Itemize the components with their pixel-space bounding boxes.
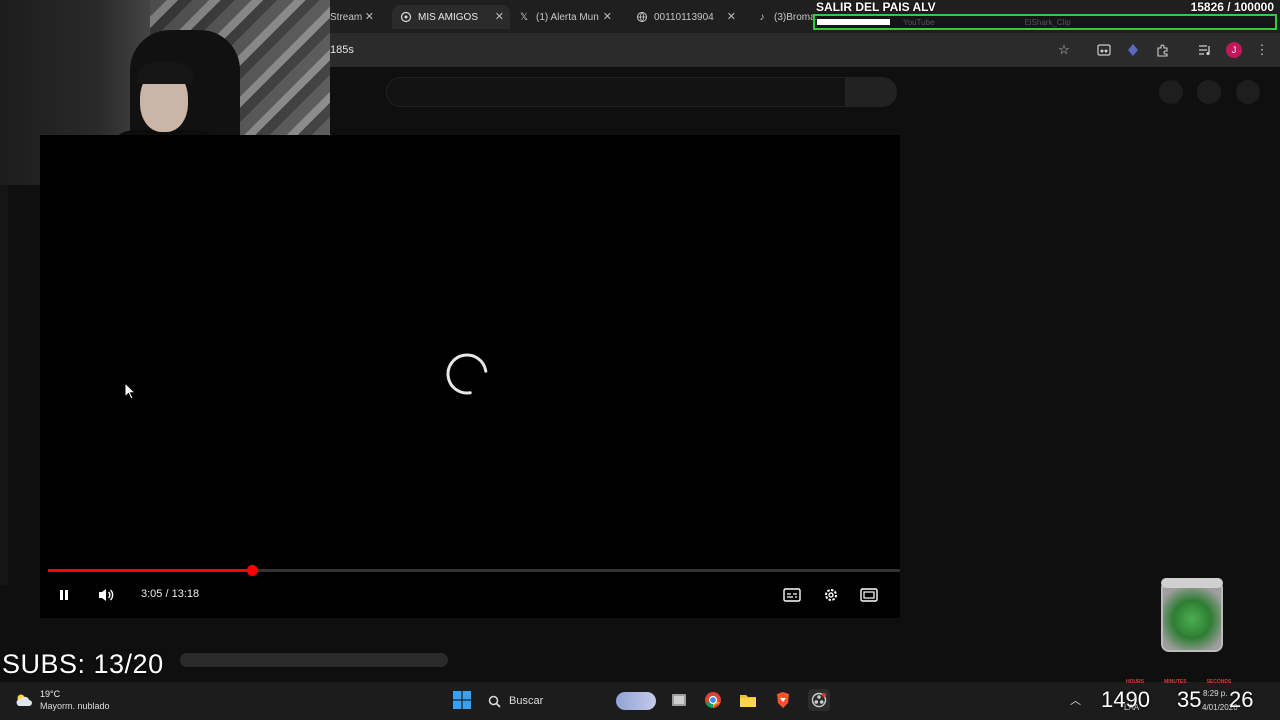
goal-title: SALIR DEL PAIS ALV [816, 0, 936, 14]
volume-icon [99, 589, 114, 601]
browser-toolbar: 185s ☆ J ⋮ [330, 33, 1280, 67]
subs-goal-text: SUBS: 13/20 [2, 649, 164, 679]
subs-goal-bar [180, 653, 448, 667]
close-icon[interactable]: ✕ [727, 10, 736, 23]
video-progress-bar[interactable] [48, 565, 900, 576]
tab-label: 00110113904 [654, 11, 714, 23]
tab-label: MIS AMIGOS [418, 11, 479, 23]
x-logo-icon: 𝕏 [519, 11, 529, 23]
mouse-cursor-icon [124, 382, 136, 400]
goal-progress-bar: YouTube ElShark_Clip [813, 14, 1277, 30]
goal-count: 15826 / 100000 [1190, 0, 1274, 14]
tab-stream[interactable]: Stream ✕ [330, 5, 380, 29]
volume-button[interactable] [96, 585, 116, 605]
gear-icon [825, 589, 837, 601]
notifications-button[interactable] [1197, 80, 1221, 104]
close-icon[interactable]: ✕ [495, 10, 504, 23]
extension-puzzle-color-icon[interactable] [1125, 42, 1141, 58]
account-avatar[interactable] [1236, 80, 1260, 104]
subathon-seconds: 26 [1229, 687, 1254, 712]
goal-progress-fill [817, 19, 890, 25]
streamer-cap [136, 62, 194, 84]
cloud-weather-icon[interactable] [14, 690, 34, 710]
reader-mode-icon[interactable] [1096, 42, 1112, 58]
underlay-tab-label: ElShark_Clip [1024, 17, 1071, 27]
taskbar-search-label: Buscar [509, 695, 544, 707]
extensions-icon[interactable] [1154, 42, 1170, 58]
globe-icon [636, 11, 648, 23]
timer-label-hours: HOURS [1126, 679, 1145, 685]
task-view-icon[interactable] [669, 690, 689, 710]
tip-jar-overlay [1161, 580, 1223, 652]
openai-icon [400, 11, 412, 23]
search-icon [488, 695, 501, 708]
bookmark-star-icon[interactable]: ☆ [1056, 42, 1072, 58]
file-explorer-icon[interactable] [738, 690, 758, 710]
left-edge-panel [0, 185, 8, 585]
windows-start-icon[interactable] [453, 691, 471, 709]
weather-description: Mayorm. nublado [40, 701, 110, 711]
pause-icon [60, 590, 68, 600]
settings-button[interactable] [821, 585, 841, 605]
url-field[interactable]: 185s [330, 44, 354, 56]
tab-label: (1) Alerta Mun [536, 11, 599, 23]
pause-button[interactable] [54, 585, 74, 605]
subtitles-button[interactable] [782, 585, 802, 605]
progress-played [48, 569, 253, 572]
tab-label: Stream [330, 11, 363, 23]
tip-jar-lid [1161, 578, 1223, 588]
profile-avatar[interactable]: J [1226, 42, 1242, 58]
video-time: 3:05 / 13:18 [141, 588, 200, 600]
search-input[interactable] [386, 77, 846, 107]
close-icon[interactable]: ✕ [365, 10, 374, 23]
subtitles-icon [783, 588, 801, 602]
tab-alerta[interactable]: 𝕏 (1) Alerta Mun ✕ [516, 5, 618, 29]
weather-temperature: 19°C [40, 689, 61, 699]
timer-labels: HOURS MINUTES SECONDS [1126, 679, 1231, 685]
media-controls-icon[interactable] [1197, 42, 1213, 58]
tab-label: (3)Broma [774, 11, 816, 23]
timer-label-seconds: SECONDS [1206, 679, 1232, 685]
clock-time[interactable]: 8:29 p. [1203, 689, 1227, 698]
create-button[interactable] [1159, 80, 1183, 104]
loading-spinner-icon [446, 353, 488, 395]
search-highlight-icon [616, 692, 656, 710]
search-button[interactable] [846, 77, 897, 107]
tab-broma[interactable]: ♪ (3)Broma [754, 5, 816, 29]
more-menu-icon[interactable]: ⋮ [1254, 42, 1270, 58]
theater-mode-icon [860, 588, 878, 602]
tab-number[interactable]: 00110113904 ✕ [634, 5, 742, 29]
tiktok-icon: ♪ [759, 11, 765, 23]
close-icon[interactable]: ✕ [603, 10, 612, 23]
obs-app-icon[interactable] [808, 689, 830, 711]
underlay-tab-label: YouTube [903, 17, 935, 27]
taskbar-search[interactable]: Buscar [488, 691, 656, 711]
chrome-icon[interactable] [703, 690, 723, 710]
subathon-minutes: 35 [1177, 687, 1202, 712]
theater-mode-button[interactable] [859, 585, 879, 605]
subathon-hours: 1490 [1101, 687, 1150, 712]
timer-label-minutes: MINUTES [1164, 679, 1187, 685]
brave-browser-icon[interactable] [773, 690, 793, 710]
tray-overflow-icon[interactable]: ︿ [1070, 692, 1081, 708]
tab-mis-amigos[interactable]: MIS AMIGOS ✕ [392, 5, 510, 29]
